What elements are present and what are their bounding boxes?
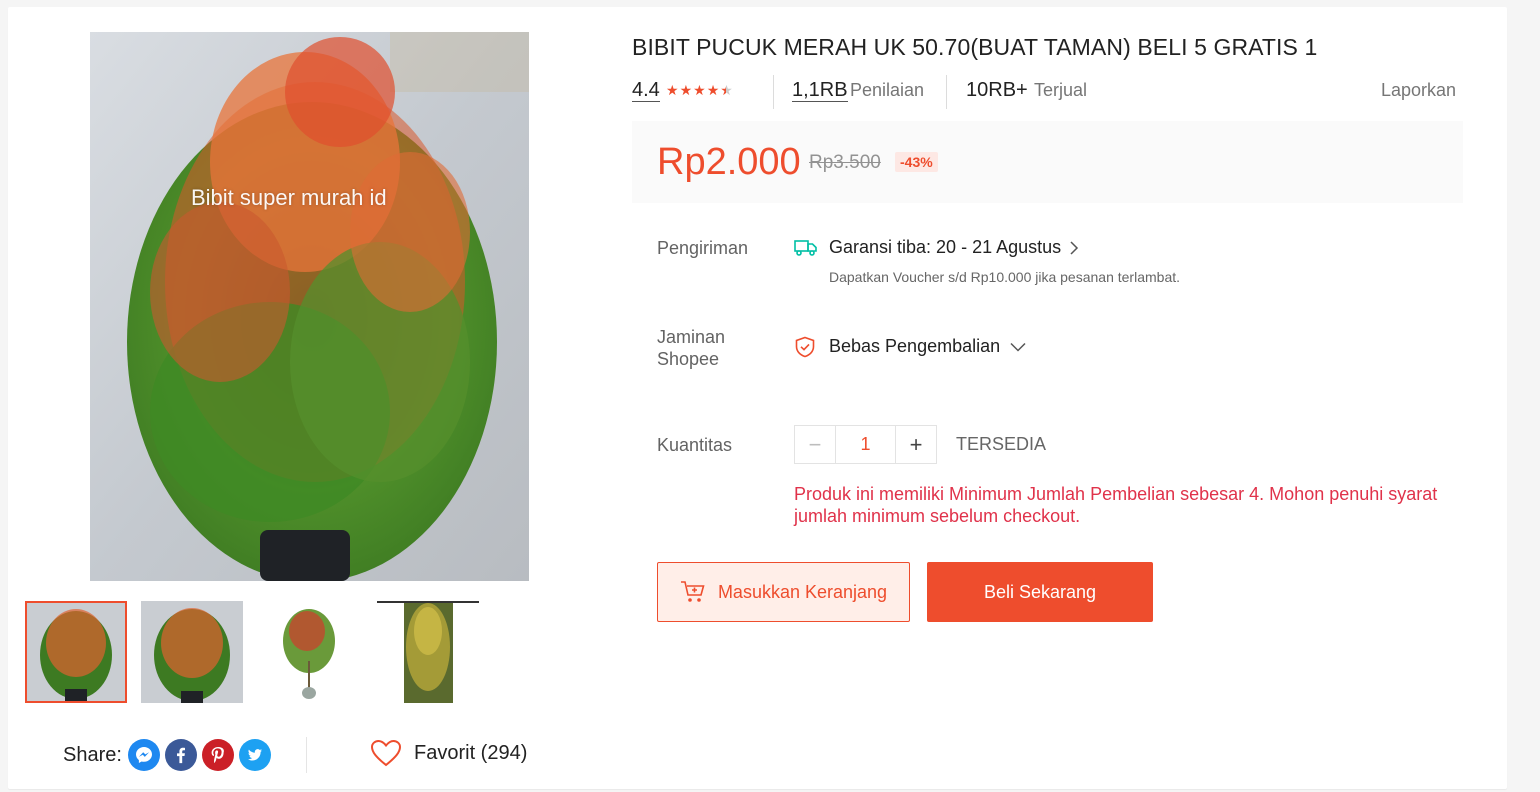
thumbnail-strip bbox=[25, 601, 485, 703]
truck-icon bbox=[794, 240, 817, 256]
pinterest-icon[interactable] bbox=[201, 739, 234, 771]
stats-divider bbox=[773, 75, 774, 109]
share-divider bbox=[306, 737, 307, 773]
product-stats: 4.4 ★ ★ ★ ★ ★ 1,1RB Penilaian 10RB+ Terj… bbox=[632, 75, 1456, 115]
facebook-icon[interactable] bbox=[164, 739, 197, 771]
star-icon: ★ bbox=[693, 82, 706, 98]
current-price: Rp2.000 bbox=[657, 141, 801, 183]
sold-label: Terjual bbox=[1034, 80, 1088, 100]
thumbnail-image bbox=[141, 601, 243, 703]
image-watermark: Bibit super murah id bbox=[191, 185, 387, 210]
shield-icon bbox=[795, 336, 815, 358]
star-icon: ★ bbox=[666, 82, 679, 98]
quantity-increase-button[interactable]: + bbox=[896, 426, 936, 463]
guarantee-label-line1: Jaminan bbox=[657, 327, 726, 347]
product-title: BIBIT PUCUK MERAH UK 50.70(BUAT TAMAN) B… bbox=[632, 34, 1318, 60]
quantity-stepper: − 1 + bbox=[794, 425, 937, 464]
add-to-cart-button[interactable]: Masukkan Keranjang bbox=[657, 562, 910, 622]
rating-value[interactable]: 4.4 bbox=[632, 79, 660, 102]
heart-icon bbox=[370, 739, 402, 767]
favorite-button[interactable]: Favorit (294) bbox=[370, 739, 527, 767]
minimum-purchase-warning: Produk ini memiliki Minimum Jumlah Pembe… bbox=[794, 484, 1438, 526]
plant-photo bbox=[90, 32, 529, 581]
reviews-label: Penilaian bbox=[850, 80, 925, 100]
thumbnail-image bbox=[377, 601, 479, 703]
thumbnail-image bbox=[257, 601, 359, 703]
thumbnail-4[interactable] bbox=[377, 601, 479, 703]
product-card: Bibit super murah id Share: Favorit (294… bbox=[8, 7, 1507, 789]
guarantee-label-line2: Shopee bbox=[657, 349, 720, 369]
guarantee-label: Jaminan Shopee bbox=[657, 326, 725, 370]
chevron-right-icon bbox=[1070, 240, 1079, 255]
messenger-icon[interactable] bbox=[127, 739, 160, 771]
thumbnail-1[interactable] bbox=[25, 601, 127, 703]
star-icon: ★ bbox=[679, 82, 693, 98]
buy-now-button[interactable]: Beli Sekarang bbox=[927, 562, 1153, 622]
quantity-decrease-button[interactable]: − bbox=[795, 426, 835, 463]
reviews-count[interactable]: 1,1RB bbox=[792, 79, 848, 102]
stock-status: TERSEDIA bbox=[956, 434, 1047, 454]
quantity-label: Kuantitas bbox=[657, 435, 733, 455]
shipping-label: Pengiriman bbox=[657, 238, 749, 258]
sold-count: 10RB+ bbox=[966, 79, 1028, 101]
price-section: Rp2.000 Rp3.500 -43% bbox=[632, 121, 1463, 203]
add-to-cart-label: Masukkan Keranjang bbox=[717, 581, 888, 602]
thumbnail-image bbox=[27, 603, 125, 701]
guarantee-dropdown[interactable]: Bebas Pengembalian bbox=[829, 336, 1026, 357]
shipping-guarantee-text: Garansi tiba: 20 - 21 Agustus bbox=[829, 237, 1062, 257]
shipping-voucher-note: Dapatkan Voucher s/d Rp10.000 jika pesan… bbox=[829, 269, 1181, 285]
thumbnail-2[interactable] bbox=[141, 601, 243, 703]
discount-badge: -43% bbox=[895, 152, 938, 172]
main-product-image[interactable]: Bibit super murah id bbox=[90, 32, 529, 581]
thumbnail-3[interactable] bbox=[257, 601, 359, 703]
favorite-label: Favorit (294) bbox=[414, 741, 528, 764]
stats-divider bbox=[946, 75, 947, 109]
share-label: Share: bbox=[63, 743, 122, 766]
shipping-guarantee[interactable]: Garansi tiba: 20 - 21 Agustus bbox=[829, 237, 1079, 258]
half-star-icon: ★ bbox=[720, 82, 733, 98]
quantity-input[interactable]: 1 bbox=[835, 426, 896, 463]
cart-add-icon bbox=[680, 581, 705, 602]
share-bar: Share: bbox=[63, 739, 276, 771]
rating-stars: ★ ★ ★ ★ ★ bbox=[666, 83, 733, 97]
report-link[interactable]: Laporkan bbox=[1381, 80, 1456, 101]
star-icon: ★ bbox=[706, 82, 720, 98]
chevron-down-icon bbox=[1010, 342, 1026, 352]
guarantee-value: Bebas Pengembalian bbox=[829, 336, 1001, 356]
original-price: Rp3.500 bbox=[809, 152, 881, 173]
twitter-icon[interactable] bbox=[238, 739, 271, 771]
